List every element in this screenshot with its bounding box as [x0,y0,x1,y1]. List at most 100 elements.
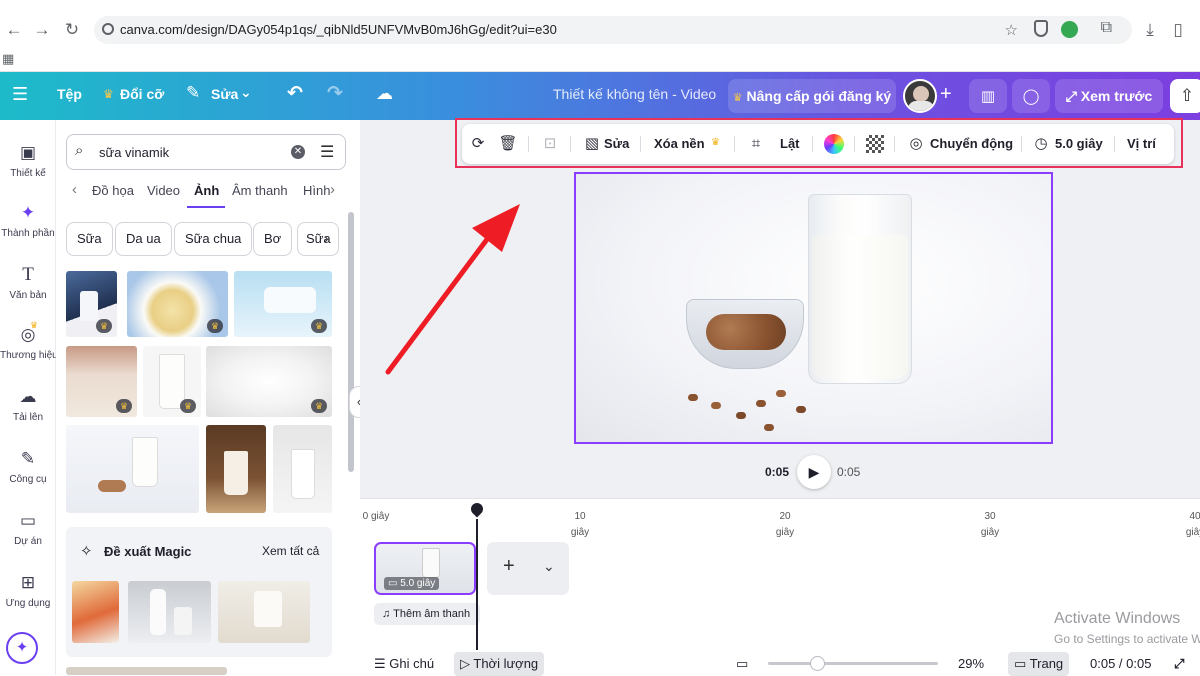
star-icon[interactable]: ☆ [1005,21,1018,39]
design-title[interactable]: Thiết kế không tên - Video [553,86,716,102]
magic-assistant-button[interactable]: ✦ [6,632,38,664]
photo-thumbnail[interactable] [206,425,266,513]
photo-thumbnail[interactable] [66,425,199,513]
tab-photos[interactable]: Ảnh [194,183,219,198]
photo-thumbnail[interactable]: ♛ [234,271,332,337]
filter-icon[interactable]: ☰ [320,142,334,162]
chevron-down-icon[interactable]: ⌄ [543,558,555,575]
chip-milk-more[interactable]: Sữa [297,222,339,256]
rail-item-brand[interactable]: ◎ Thương hiệu ♛ [0,320,56,361]
add-audio-button[interactable]: ♫ Thêm âm thanh [374,603,480,625]
fullscreen-icon[interactable]: ⤢ [1174,656,1184,672]
magic-title: Đề xuất Magic [104,544,192,559]
shield-icon[interactable] [1034,20,1048,37]
timeline-clip[interactable]: ▭ 5.0 giây [374,542,476,595]
download-extension-icon[interactable] [1061,21,1078,38]
redo-icon[interactable]: ↷ [327,82,343,105]
add-collaborator-icon[interactable]: + [940,83,952,106]
photo-thumbnail[interactable] [218,581,310,643]
photo-thumbnail[interactable]: ♛ [143,346,201,417]
magic-suggestions: ✧ Đề xuất Magic Xem tất cả [66,527,332,657]
search-field[interactable]: ⌕ sữa vinamik ✕ ☰ [66,134,346,170]
upgrade-button[interactable]: ♛ Nâng cấp gói đăng ký [728,79,896,113]
insights-button[interactable]: ▥ [969,79,1007,113]
photo-thumbnail[interactable] [66,667,227,675]
share-button[interactable]: ⇧ [1170,79,1200,113]
video-icon: ▭ [388,578,398,589]
comment-button[interactable]: ◯ [1012,79,1050,113]
annotation-arrow [385,204,520,375]
reload-icon[interactable]: ↻ [62,20,82,40]
tabs-right-chevron-icon[interactable]: › [330,181,335,198]
address-bar[interactable]: canva.com/design/DAGy054p1qs/_qibNld5UNF… [94,16,1132,44]
apps-grid-icon[interactable]: ▦ [2,51,14,67]
edit-mode-button[interactable]: Sửa [211,86,238,102]
rail-item-tools[interactable]: ✎ Công cụ [0,448,56,485]
zoom-slider-thumb[interactable] [810,656,825,671]
rail-item-projects[interactable]: ▭ Dự án [0,510,56,547]
add-page-button[interactable]: + ⌄ [487,542,569,595]
forward-icon[interactable]: → [32,20,52,40]
duration-toggle[interactable]: ▷ Thời lượng [454,652,545,676]
crown-icon: ♛ [732,92,743,104]
pages-button[interactable]: ▭ Trang [1008,652,1070,676]
tools-icon: ✎ [20,449,36,468]
photo-thumbnail[interactable] [273,425,332,513]
chip-milk[interactable]: Sữa [66,222,113,256]
photo-thumbnail[interactable] [72,581,119,643]
watermark-title: Activate Windows [1054,610,1181,627]
rail-item-elements[interactable]: ✦ Thành phần [0,202,56,239]
chip-butter[interactable]: Bơ [253,222,293,256]
search-input[interactable]: sữa vinamik [99,145,169,160]
notes-button[interactable]: ☰ Ghi chú [374,656,434,672]
folder-icon: ▭ [19,511,37,530]
back-icon[interactable]: ← [4,20,24,40]
chip-yogurt[interactable]: Sữa chua [174,222,253,256]
playhead[interactable] [476,519,478,651]
file-menu[interactable]: Tệp [57,86,82,102]
almond [764,424,774,431]
clip-duration: ▭ 5.0 giây [384,577,440,590]
site-info-icon[interactable] [102,23,114,35]
play-button[interactable]: ▶ [797,455,831,489]
page-view-icon[interactable]: ▭ [736,656,748,672]
tab-audio[interactable]: Âm thanh [232,183,288,198]
photo-thumbnail[interactable] [128,581,211,643]
sidepanel-icon[interactable]: ▯ [1168,20,1188,40]
rail-item-apps[interactable]: ⊞ Ứng dụng [0,572,56,609]
rail-item-uploads[interactable]: ☁ Tải lên [0,386,56,423]
chip-yogurt-da-ua[interactable]: Da ua [115,222,172,256]
chevron-down-icon[interactable]: ⌄ [240,84,252,101]
photo-thumbnail[interactable]: ♛ [206,346,332,417]
sparkle-icon: ✦ [15,639,29,656]
tabs-left-chevron-icon[interactable]: ‹ [72,181,77,198]
pencil-icon: ✎ [186,83,201,102]
rail-item-design[interactable]: ▣ Thiết kế [0,142,56,179]
photo-thumbnail[interactable]: ♛ [127,271,228,337]
tab-videos[interactable]: Video [147,183,180,198]
tab-shapes[interactable]: Hình [303,183,330,198]
rail-item-text[interactable]: T Văn bản [0,264,56,301]
clear-icon[interactable]: ✕ [291,145,305,159]
extensions-icon[interactable]: ⧉ [1101,19,1112,37]
design-page[interactable] [574,172,1053,444]
download-icon[interactable]: ⤓ [1140,20,1160,40]
timeline-tick: 30 giây [980,511,1000,538]
time-readout: 0:05 / 0:05 [1090,656,1152,671]
resize-button[interactable]: Đổi cỡ [120,86,164,102]
photo-thumbnail[interactable]: ♛ [66,271,117,337]
tab-graphics[interactable]: Đồ họa [92,183,134,198]
zoom-slider[interactable] [768,662,938,665]
bottom-bar: ☰ Ghi chú ▷ Thời lượng ▭ 29% ▭ Trang 0:0… [360,650,1200,676]
undo-icon[interactable]: ↶ [287,82,303,105]
see-all-link[interactable]: Xem tất cả [262,544,319,558]
playhead-handle[interactable] [468,500,486,518]
zoom-level[interactable]: 29% [958,656,984,671]
photo-thumbnail[interactable]: ♛ [66,346,137,417]
cloud-saved-icon[interactable]: ☁ [376,84,393,104]
menu-icon[interactable]: ☰ [12,84,28,105]
preview-button[interactable]: ⤢ Xem trước [1055,79,1163,113]
chips-chevron-right-icon[interactable]: › [324,230,329,246]
avatar[interactable] [903,79,937,113]
panel-scrollbar[interactable] [348,212,354,472]
